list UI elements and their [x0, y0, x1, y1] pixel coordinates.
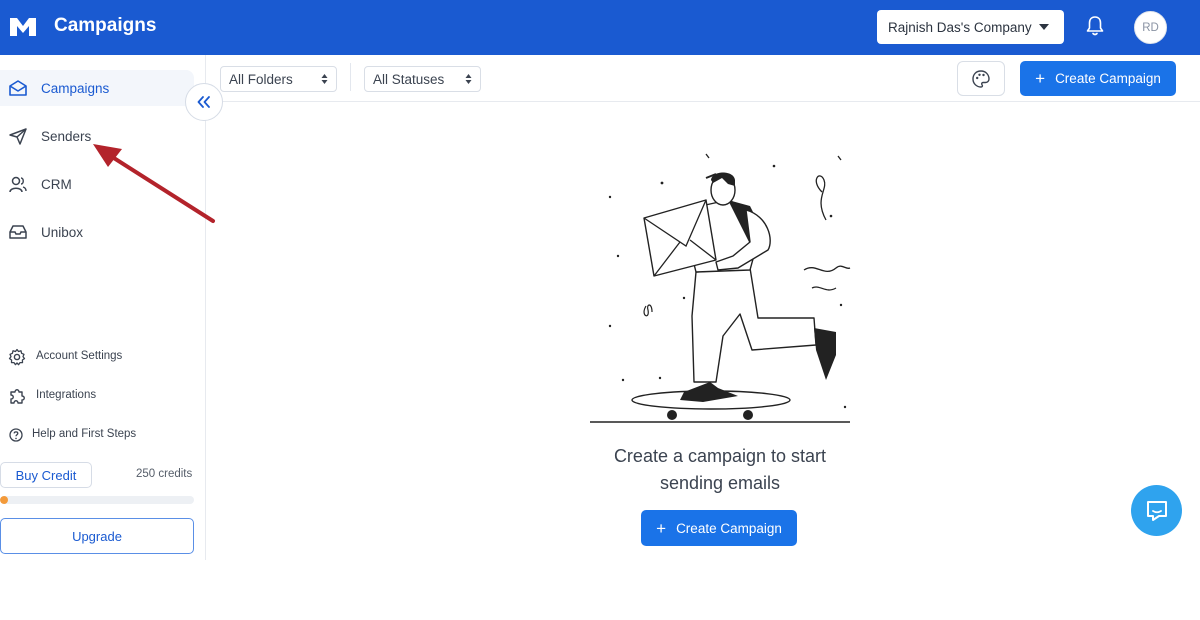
- buy-credit-button[interactable]: Buy Credit: [0, 462, 92, 488]
- puzzle-icon: [10, 389, 25, 404]
- users-icon: [9, 176, 27, 193]
- folder-filter-select[interactable]: All Folders: [220, 66, 337, 92]
- status-filter-select[interactable]: All Statuses: [364, 66, 481, 92]
- empty-state-create-campaign-button[interactable]: + Create Campaign: [641, 510, 797, 546]
- double-chevron-left-icon: [197, 96, 210, 108]
- account-settings-label: Account Settings: [36, 350, 123, 362]
- sidebar: Campaigns Senders CRM Unibox Account Set…: [0, 55, 206, 560]
- empty-state-line-1: Create a campaign to start: [613, 446, 827, 466]
- tray-icon: [9, 225, 27, 239]
- page-title: Campaigns: [54, 15, 157, 36]
- sidebar-item-label: Senders: [41, 128, 92, 144]
- create-campaign-button[interactable]: + Create Campaign: [1020, 61, 1176, 96]
- empty-state-illustration: [590, 153, 851, 423]
- logo-icon: [10, 18, 36, 36]
- theme-palette-button[interactable]: [957, 61, 1005, 96]
- sidebar-item-senders[interactable]: Senders: [0, 118, 194, 154]
- sidebar-item-label: Unibox: [41, 224, 84, 240]
- sort-arrows-icon: [465, 74, 472, 84]
- top-bar: Campaigns Rajnish Das's Company RD: [0, 0, 1200, 55]
- help-first-steps-label: Help and First Steps: [32, 428, 137, 440]
- gear-icon: [8, 348, 26, 366]
- bell-icon[interactable]: [1085, 15, 1105, 37]
- inbox-mail-icon: [9, 80, 27, 96]
- company-select-value: Rajnish Das's Company: [888, 19, 1032, 35]
- palette-icon: [972, 69, 990, 88]
- create-campaign-label: Create Campaign: [1055, 71, 1161, 86]
- collapse-sidebar-button[interactable]: [185, 83, 223, 121]
- integrations-link[interactable]: Integrations: [0, 383, 190, 409]
- chat-support-button[interactable]: [1131, 485, 1182, 536]
- empty-state-line-2: sending emails: [659, 473, 781, 493]
- send-icon: [9, 128, 27, 145]
- upgrade-button[interactable]: Upgrade: [0, 518, 194, 554]
- empty-state-message: Create a campaign to start sending email…: [560, 443, 880, 497]
- account-settings-link[interactable]: Account Settings: [0, 344, 190, 370]
- avatar[interactable]: RD: [1134, 11, 1167, 44]
- sidebar-item-crm[interactable]: CRM: [0, 166, 194, 202]
- sidebar-item-campaigns[interactable]: Campaigns: [0, 70, 194, 106]
- help-circle-icon: [9, 428, 23, 442]
- sidebar-item-label: Campaigns: [41, 80, 110, 96]
- integrations-label: Integrations: [36, 389, 97, 401]
- plus-icon: +: [656, 518, 667, 538]
- chat-icon: [1146, 500, 1167, 521]
- credit-progress-bar: [0, 496, 194, 504]
- sort-arrows-icon: [321, 74, 328, 84]
- sidebar-item-unibox[interactable]: Unibox: [0, 214, 194, 250]
- status-filter-value: All Statuses: [373, 71, 445, 87]
- chevron-down-icon: [1038, 24, 1049, 30]
- credits-count: 250 credits: [136, 468, 193, 480]
- folder-filter-value: All Folders: [229, 71, 293, 87]
- help-first-steps-link[interactable]: Help and First Steps: [0, 422, 190, 448]
- sidebar-item-label: CRM: [41, 176, 72, 192]
- company-select[interactable]: Rajnish Das's Company: [877, 10, 1064, 44]
- toolbar-divider: [350, 63, 351, 91]
- plus-icon: +: [1035, 69, 1046, 88]
- credit-progress-fill: [0, 496, 8, 504]
- empty-state-create-label: Create Campaign: [676, 520, 782, 536]
